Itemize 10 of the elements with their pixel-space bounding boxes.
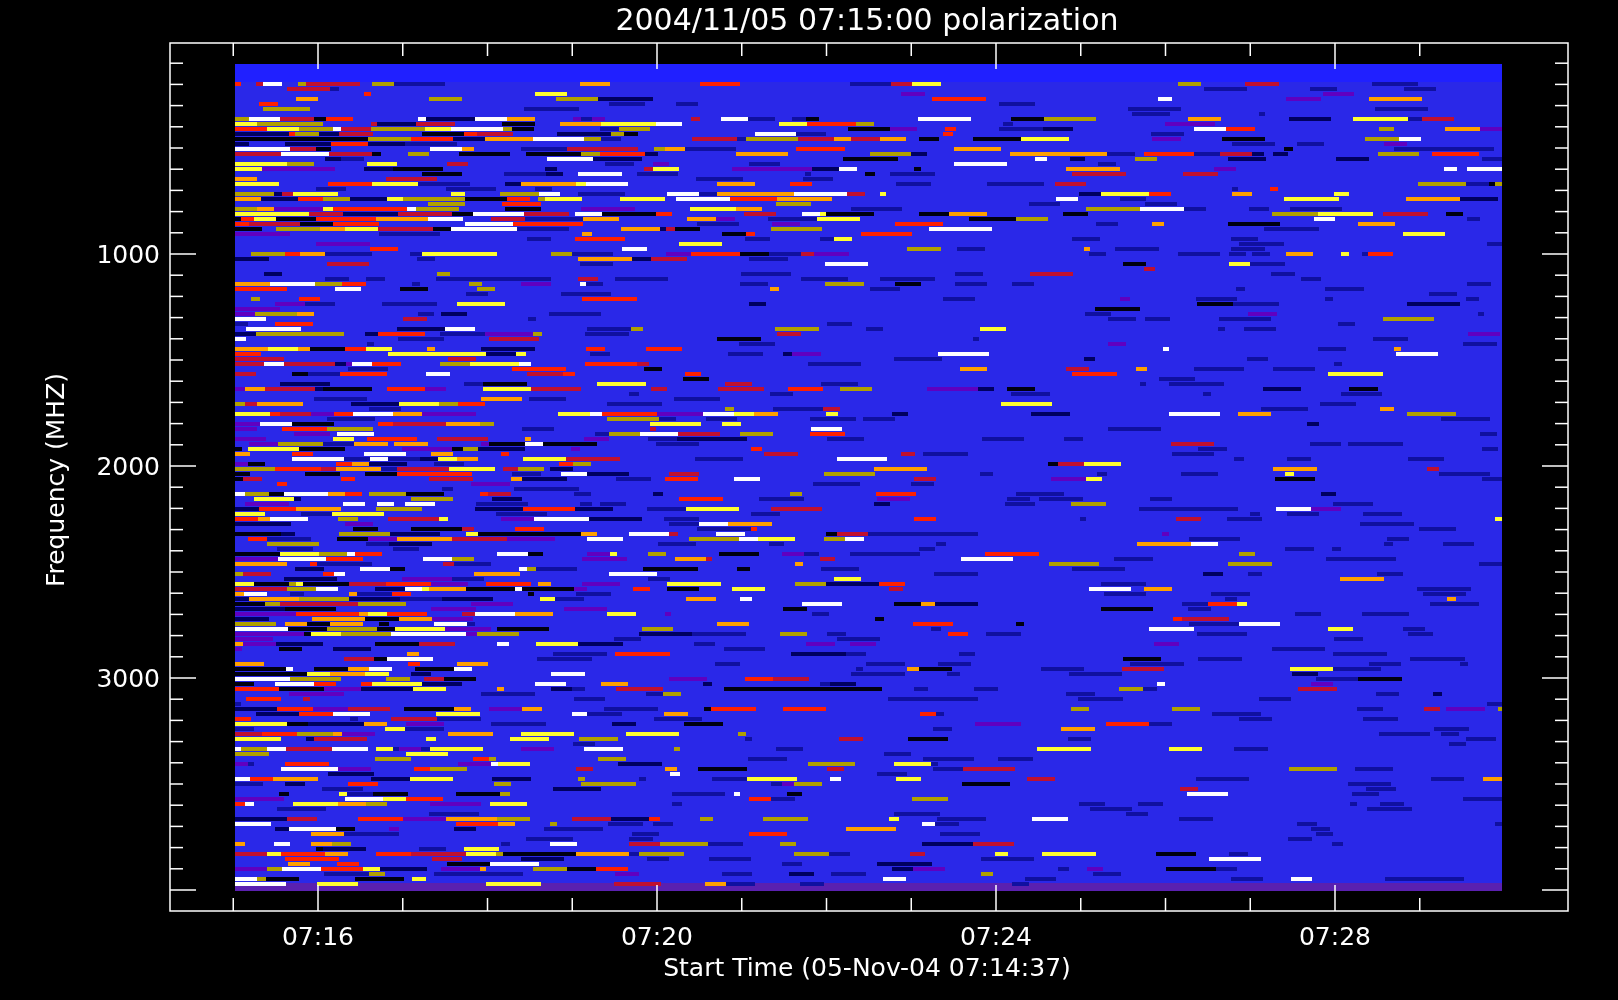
x-tick-label: 07:20	[621, 922, 693, 951]
x-tick-label: 07:24	[960, 922, 1032, 951]
x-tick-label: 07:28	[1299, 922, 1371, 951]
y-tick-label: 3000	[96, 664, 160, 693]
chart-title: 2004/11/05 07:15:00 polarization	[615, 2, 1119, 37]
y-tick-label: 2000	[96, 452, 160, 481]
y-tick-label: 1000	[96, 240, 160, 269]
x-axis-label: Start Time (05-Nov-04 07:14:37)	[663, 953, 1071, 982]
x-tick-label: 07:16	[282, 922, 354, 951]
y-axis-label: Frequency (MHZ)	[41, 372, 70, 588]
